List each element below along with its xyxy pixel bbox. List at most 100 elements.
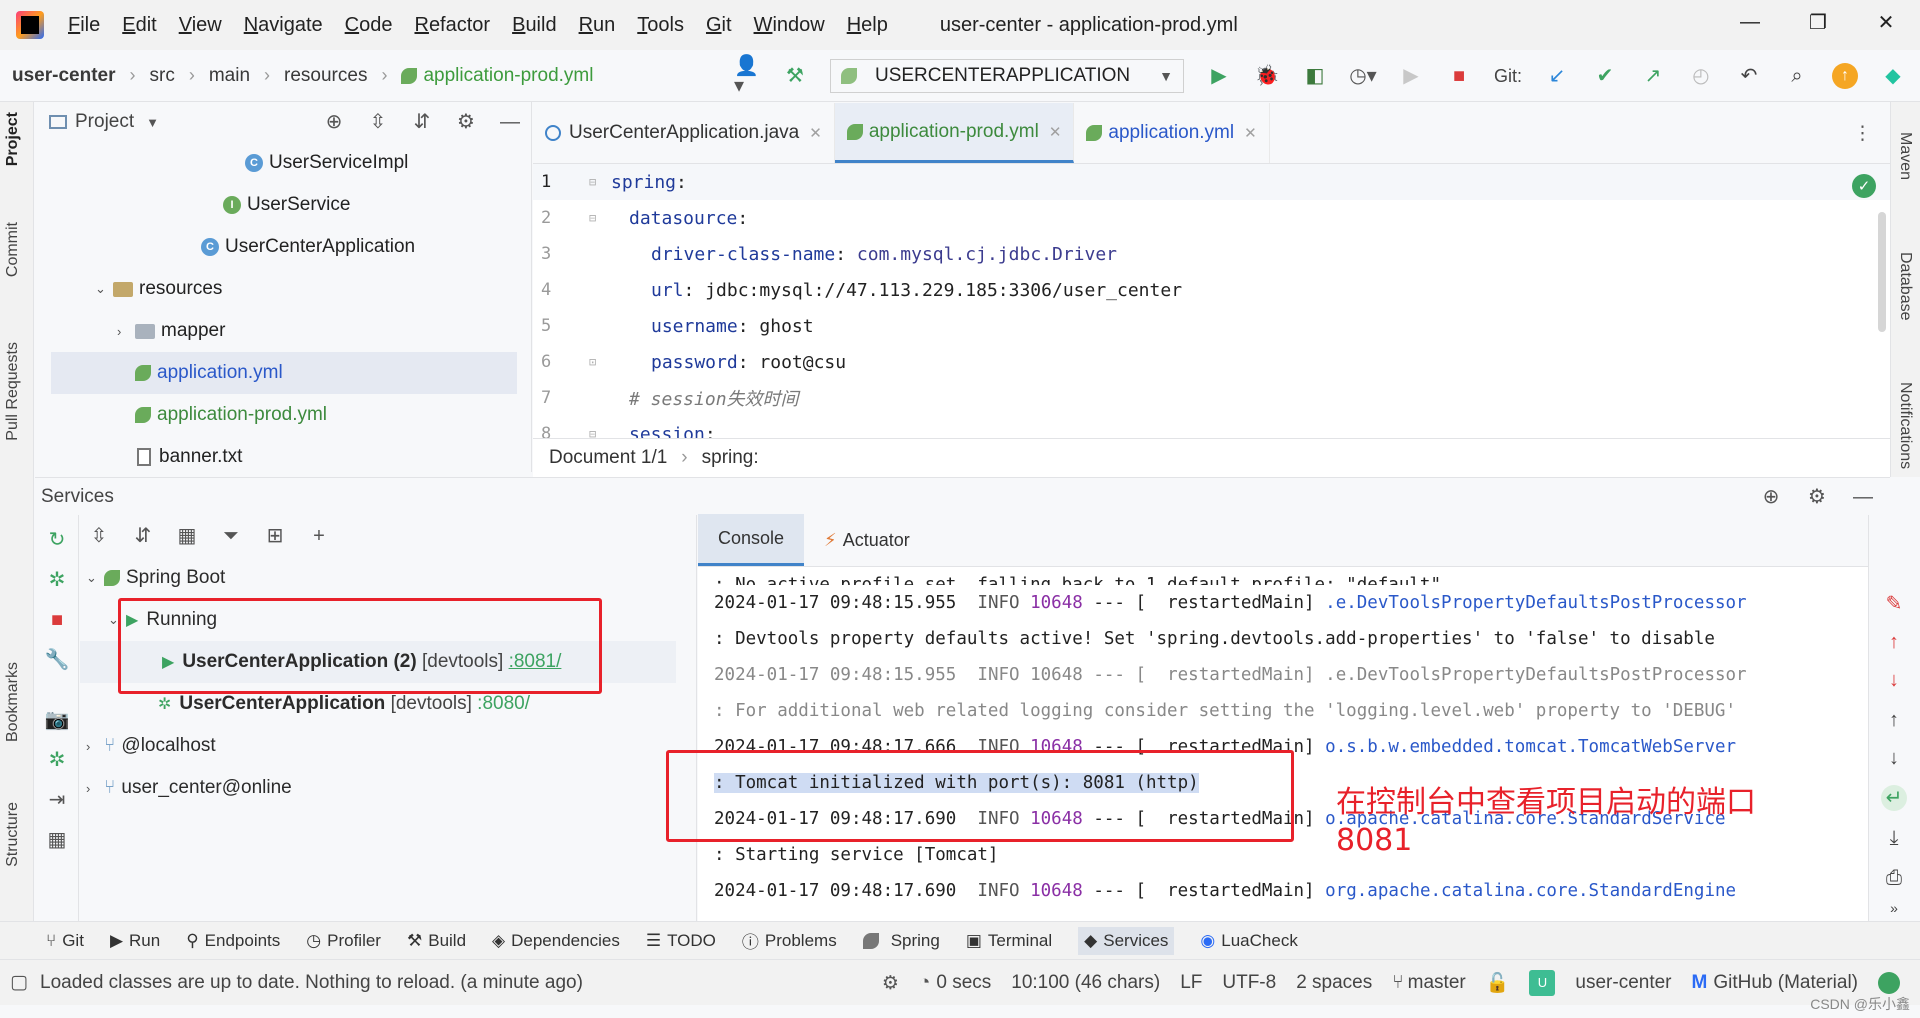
group-by-icon[interactable]: ▦: [174, 523, 200, 549]
elapsed-time[interactable]: 0 secs: [936, 972, 991, 994]
scroll-to-end-icon[interactable]: ⤓: [1881, 825, 1907, 851]
history-icon[interactable]: ◴: [1688, 63, 1714, 89]
clear-icon[interactable]: ✎: [1881, 591, 1907, 617]
tool-endpoints[interactable]: ⚲ Endpoints: [186, 931, 280, 951]
breadcrumb-file[interactable]: application-prod.yml: [401, 65, 593, 87]
locate-icon[interactable]: ⊕: [1758, 484, 1784, 510]
tool-tab-database[interactable]: Database: [1896, 252, 1914, 321]
minimize-button[interactable]: —: [1716, 0, 1784, 44]
chevron-right-icon[interactable]: ›: [117, 324, 135, 339]
menu-navigate[interactable]: Navigate: [244, 14, 323, 37]
exit-icon[interactable]: ⇥: [44, 787, 70, 813]
node-crumb[interactable]: spring:: [702, 447, 759, 469]
menu-tools[interactable]: Tools: [637, 14, 684, 37]
document-crumb[interactable]: Document 1/1: [549, 447, 667, 469]
line-separator[interactable]: LF: [1180, 972, 1202, 994]
stop-icon[interactable]: ■: [44, 607, 70, 633]
tool-run[interactable]: ▶ Run: [110, 931, 160, 951]
tab-console[interactable]: Console: [698, 514, 805, 566]
profile-icon[interactable]: ◷▾: [1349, 63, 1377, 89]
tool-dependencies[interactable]: ◈ Dependencies: [492, 931, 620, 951]
fold-icon[interactable]: ⊟: [589, 427, 611, 438]
tree-item-application-prod-yml[interactable]: application-prod.yml: [35, 394, 531, 436]
tool-tab-commit[interactable]: Commit: [4, 222, 22, 277]
menu-build[interactable]: Build: [512, 14, 556, 37]
collapse-all-icon[interactable]: ⇵: [409, 109, 435, 135]
git-update-icon[interactable]: ↙: [1544, 63, 1570, 89]
up-icon[interactable]: ↑: [1881, 707, 1907, 733]
breadcrumb-main[interactable]: main: [209, 65, 250, 87]
no-problems-check-icon[interactable]: ✓: [1852, 174, 1876, 198]
expand-all-icon[interactable]: ⇳: [365, 109, 391, 135]
tree-item-mapper[interactable]: › mapper: [35, 310, 531, 352]
gear-icon[interactable]: ⚙: [453, 109, 479, 135]
tool-tab-structure[interactable]: Structure: [4, 802, 22, 867]
breadcrumb-resources[interactable]: resources: [284, 65, 367, 87]
tool-git[interactable]: ⑂ Git: [46, 931, 84, 951]
tool-todo[interactable]: ☰ TODO: [646, 931, 716, 951]
tool-problems[interactable]: ⓘ Problems: [742, 928, 837, 953]
chevron-down-icon[interactable]: ⌄: [86, 570, 104, 586]
breadcrumb-project[interactable]: user-center: [12, 65, 116, 87]
expand-all-icon[interactable]: ⇳: [86, 523, 112, 549]
code-editor[interactable]: 1 ⊟ spring: 2 ⊟ datasource: 3 driver-class…: [533, 164, 1890, 438]
new-tab-icon[interactable]: ⊞: [262, 523, 288, 549]
tree-item-application-yml[interactable]: application.yml: [51, 352, 517, 394]
tree-item-userserviceimpl[interactable]: C UserServiceImpl: [35, 142, 531, 184]
project-view-select[interactable]: Project: [75, 111, 134, 133]
rollback-icon[interactable]: ↶: [1736, 63, 1762, 89]
rerun-icon[interactable]: ↻: [44, 527, 70, 553]
coverage-icon[interactable]: ◧: [1302, 63, 1328, 89]
down-icon[interactable]: ↓: [1881, 745, 1907, 771]
hide-icon[interactable]: —: [1850, 484, 1876, 510]
build-hammer-icon[interactable]: ⚒: [782, 63, 808, 89]
tab-application-prod-yml[interactable]: application-prod.yml ✕: [834, 103, 1075, 163]
breadcrumb-src[interactable]: src: [150, 65, 175, 87]
close-tab-icon[interactable]: ✕: [1049, 123, 1062, 141]
chevron-down-icon[interactable]: ▼: [146, 115, 159, 130]
run-disabled-icon[interactable]: ▶: [1398, 63, 1424, 89]
status-layout-icon[interactable]: ▢: [10, 971, 28, 994]
fold-icon[interactable]: ⊟: [589, 175, 611, 189]
tree-item-userservice[interactable]: I UserService: [35, 184, 531, 226]
gear-icon[interactable]: ⚙: [1804, 484, 1830, 510]
git-commit-icon[interactable]: ✔: [1592, 63, 1618, 89]
run-configuration-select[interactable]: USERCENTERAPPLICATION ▼: [829, 59, 1184, 93]
tree-item-banner-txt[interactable]: banner.txt: [35, 436, 531, 472]
update-available-icon[interactable]: ↑: [1832, 63, 1858, 89]
cursor-position[interactable]: 10:100 (46 chars): [1011, 972, 1160, 994]
collapse-all-icon[interactable]: ⇵: [130, 523, 156, 549]
chevron-right-icon[interactable]: ›: [86, 781, 104, 796]
hide-icon[interactable]: —: [497, 109, 523, 135]
jetbrains-toolbox-icon[interactable]: ◆: [1880, 63, 1906, 89]
close-button[interactable]: ✕: [1852, 0, 1920, 44]
run-icon[interactable]: ▶: [1206, 63, 1232, 89]
menu-help[interactable]: Help: [847, 14, 888, 37]
print-icon[interactable]: ⎙: [1881, 865, 1907, 891]
chevron-down-icon[interactable]: ⌄: [95, 281, 113, 297]
tool-tab-maven[interactable]: Maven: [1896, 132, 1914, 180]
project-name[interactable]: user-center: [1575, 972, 1671, 994]
debug-icon[interactable]: 🐞: [1254, 63, 1280, 89]
stop-icon[interactable]: ■: [1446, 63, 1472, 89]
editor-scrollbar[interactable]: [1878, 212, 1886, 332]
down-red-icon[interactable]: ↓: [1881, 667, 1907, 693]
tool-terminal[interactable]: ▣ Terminal: [966, 931, 1052, 951]
more-tabs-icon[interactable]: ⋮: [1853, 103, 1872, 163]
tree-item-spring-boot[interactable]: ⌄ Spring Boot: [80, 557, 696, 599]
wrench-icon[interactable]: 🔧: [44, 647, 70, 673]
tree-item-usercenterapplication[interactable]: C UserCenterApplication: [35, 226, 531, 268]
menu-edit[interactable]: Edit: [122, 14, 156, 37]
layout-icon[interactable]: ▦: [44, 827, 70, 853]
indent-setting[interactable]: 2 spaces: [1296, 972, 1372, 994]
tool-tab-bookmarks[interactable]: Bookmarks: [4, 662, 22, 742]
git-push-icon[interactable]: ↗: [1640, 63, 1666, 89]
soft-wrap-icon[interactable]: ↵: [1881, 785, 1907, 811]
gear-status-icon[interactable]: ⚙: [882, 972, 899, 995]
tool-services[interactable]: ◆ Services: [1078, 926, 1175, 955]
debug-icon[interactable]: ✲: [44, 567, 70, 593]
filter-icon[interactable]: ⏷: [218, 523, 244, 549]
console-output[interactable]: : No active profile set, falling back to…: [698, 567, 1838, 921]
up-red-icon[interactable]: ↑: [1881, 629, 1907, 655]
git-branch[interactable]: master: [1408, 972, 1466, 994]
